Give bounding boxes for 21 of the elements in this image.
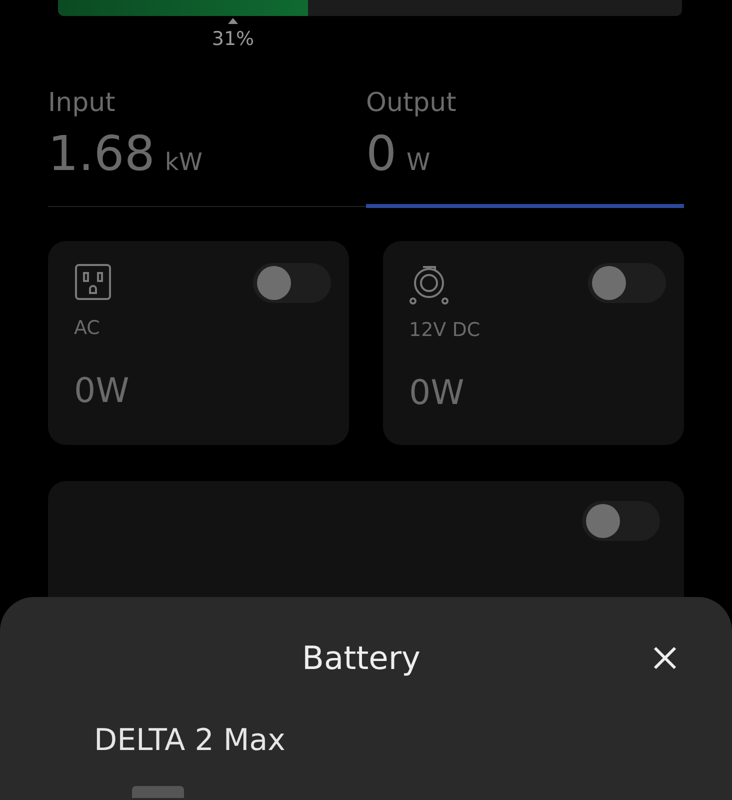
port-toggle[interactable] [582,501,660,541]
port-label: AC [74,317,101,339]
port-toggle[interactable] [588,263,666,303]
tab-label: Output [366,88,458,118]
car-socket-icon [409,263,449,305]
port-power: 0W [74,371,130,411]
port-label: 12V DC [409,319,482,341]
power-unit: W [406,148,430,176]
device-name: DELTA 2 Max [94,723,286,758]
power-value: 0 [366,126,397,182]
power-tab[interactable]: Output 0 W [366,88,684,208]
power-tab[interactable]: Input 1.68 kW [48,88,366,208]
tab-label: Input [48,88,116,118]
port-power: 0W [409,373,466,413]
power-unit: kW [164,148,203,176]
outlet-icon [74,263,112,301]
marker-triangle-icon [228,18,238,24]
port-toggle[interactable] [253,263,331,303]
power-value: 1.68 [48,126,155,182]
sheet-title: Battery [302,639,420,677]
battery-marker-label: 31% [212,28,254,50]
